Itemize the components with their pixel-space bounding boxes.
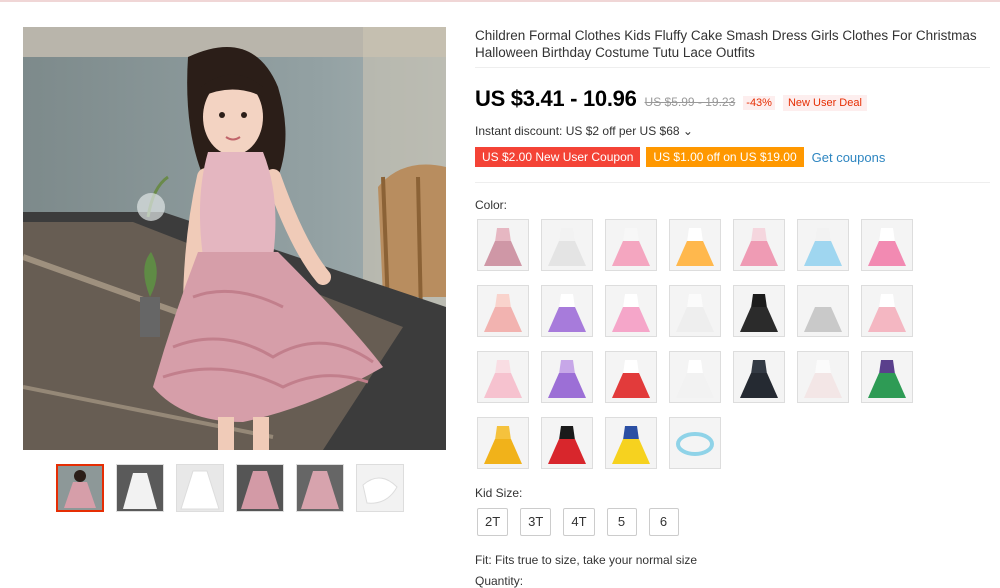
thumbnail-5[interactable] — [296, 464, 344, 512]
size-option-6[interactable]: 6 — [648, 508, 679, 536]
swatch-row — [477, 285, 937, 337]
color-swatch-purple-tutu[interactable] — [541, 285, 593, 337]
discount-badge: -43% — [743, 96, 775, 110]
color-swatch-pink-tutu[interactable] — [477, 219, 529, 271]
main-product-image[interactable] — [23, 27, 446, 450]
size-options: 2T 3T 4T 5 6 — [477, 508, 679, 536]
color-swatch-pink-tutu-2[interactable] — [861, 285, 913, 337]
current-price: US $3.41 - 10.96 — [475, 86, 637, 111]
color-swatch-rainbow-tutu[interactable] — [605, 285, 657, 337]
color-swatch-minnie-red[interactable] — [541, 417, 593, 469]
color-swatch-unicorn-rainbow-2[interactable] — [861, 219, 913, 271]
color-swatch-flower-crown[interactable] — [669, 417, 721, 469]
thumbnail-3[interactable] — [176, 464, 224, 512]
size-option-5[interactable]: 5 — [606, 508, 637, 536]
coupon-row: US $2.00 New User Coupon US $1.00 off on… — [475, 147, 885, 167]
color-swatch-rainbow-heart[interactable] — [605, 219, 657, 271]
color-swatch-rainbow-unicorn[interactable] — [797, 219, 849, 271]
swatch-row — [477, 417, 937, 469]
color-swatch-grey-tutu[interactable] — [797, 285, 849, 337]
color-swatch-snow-white[interactable] — [605, 417, 657, 469]
divider — [475, 182, 990, 183]
new-user-deal-badge: New User Deal — [782, 95, 867, 111]
instant-discount[interactable]: Instant discount: US $2 off per US $68 ⌄ — [475, 124, 693, 138]
thumbnail-4[interactable] — [236, 464, 284, 512]
product-title: Children Formal Clothes Kids Fluffy Cake… — [475, 28, 977, 60]
quantity-label: Quantity: — [475, 574, 524, 588]
color-swatch-light-pink[interactable] — [477, 351, 529, 403]
thumbnail-2[interactable] — [116, 464, 164, 512]
color-swatch-white-strawberry[interactable] — [797, 351, 849, 403]
get-coupons-link[interactable]: Get coupons — [812, 150, 886, 165]
size-option-3t[interactable]: 3T — [520, 508, 552, 536]
color-swatch-black-star[interactable] — [733, 351, 785, 403]
price-row: US $3.41 - 10.96 US $5.99 - 19.23 -43% N… — [475, 86, 867, 112]
size-option-4t[interactable]: 4T — [563, 508, 595, 536]
size-option-2t[interactable]: 2T — [477, 508, 509, 536]
original-price: US $5.99 - 19.23 — [644, 95, 736, 109]
color-swatch-belle-yellow[interactable] — [477, 417, 529, 469]
color-swatch-peach-tutu[interactable] — [477, 285, 529, 337]
color-swatches — [477, 219, 937, 483]
color-swatch-white-lace[interactable] — [669, 285, 721, 337]
thumbnail-6[interactable] — [356, 464, 404, 512]
thumbnail-strip — [56, 464, 404, 512]
new-user-coupon[interactable]: US $2.00 New User Coupon — [475, 147, 641, 167]
color-swatch-rainbow-print[interactable] — [669, 219, 721, 271]
color-label: Color: — [475, 198, 508, 212]
divider — [475, 67, 990, 68]
color-swatch-lilac[interactable] — [541, 351, 593, 403]
color-swatch-green-princess[interactable] — [861, 351, 913, 403]
color-swatch-white-2[interactable] — [669, 351, 721, 403]
color-swatch-red[interactable] — [605, 351, 657, 403]
swatch-row — [477, 351, 937, 403]
top-border — [0, 0, 1000, 2]
fit-note: Fit: Fits true to size, take your normal… — [475, 553, 698, 567]
color-swatch-white-tutu[interactable] — [541, 219, 593, 271]
store-coupon[interactable]: US $1.00 off on US $19.00 — [646, 147, 804, 167]
kid-size-label: Kid Size: — [475, 486, 523, 500]
color-swatch-pink-unicorn[interactable] — [733, 219, 785, 271]
color-swatch-black-dress[interactable] — [733, 285, 785, 337]
swatch-row — [477, 219, 937, 271]
thumbnail-1[interactable] — [56, 464, 104, 512]
